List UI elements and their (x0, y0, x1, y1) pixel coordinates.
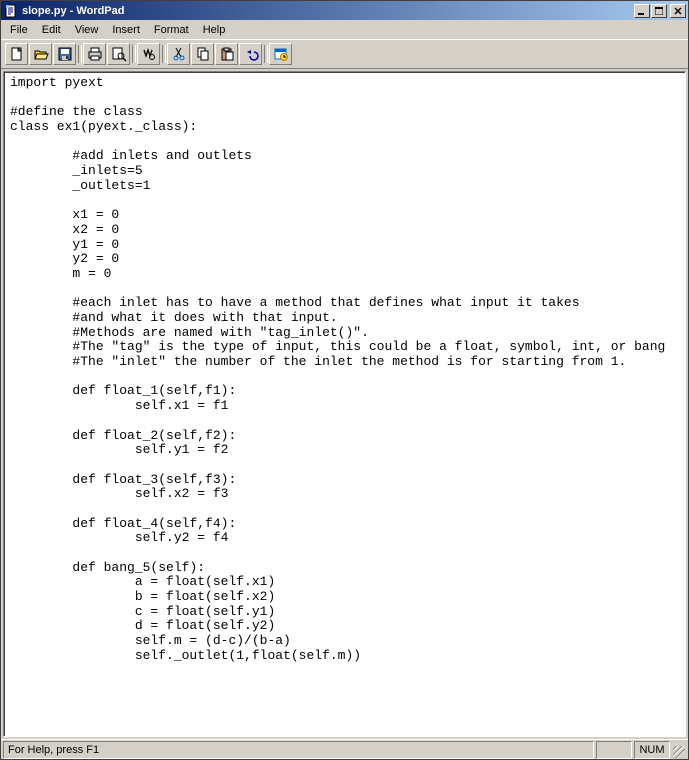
paste-button[interactable] (215, 43, 238, 65)
cut-button[interactable] (167, 43, 190, 65)
window-controls (634, 4, 686, 18)
status-pane-num: NUM (634, 741, 670, 759)
maximize-button[interactable] (651, 4, 667, 18)
open-button[interactable] (29, 43, 52, 65)
undo-button[interactable] (239, 43, 262, 65)
toolbar (1, 39, 688, 69)
menu-insert[interactable]: Insert (105, 22, 147, 38)
close-button[interactable] (670, 4, 686, 18)
minimize-button[interactable] (634, 4, 650, 18)
copy-button[interactable] (191, 43, 214, 65)
find-button[interactable] (137, 43, 160, 65)
resize-grip[interactable] (670, 741, 686, 759)
app-icon (3, 3, 19, 19)
menu-view[interactable]: View (68, 22, 106, 38)
datetime-button[interactable] (269, 43, 292, 65)
content-area: import pyext #define the class class ex1… (1, 69, 688, 739)
save-button[interactable] (53, 43, 76, 65)
new-button[interactable] (5, 43, 28, 65)
wordpad-window: slope.py - WordPad File Edit View Insert… (0, 0, 689, 760)
menu-help[interactable]: Help (196, 22, 233, 38)
print-button[interactable] (83, 43, 106, 65)
status-pane-blank (596, 741, 632, 759)
status-help-text: For Help, press F1 (3, 741, 594, 759)
print-preview-button[interactable] (107, 43, 130, 65)
document-viewport[interactable]: import pyext #define the class class ex1… (3, 71, 686, 737)
menubar: File Edit View Insert Format Help (1, 20, 688, 39)
menu-file[interactable]: File (3, 22, 35, 38)
document-text[interactable]: import pyext #define the class class ex1… (4, 72, 685, 668)
titlebar: slope.py - WordPad (1, 1, 688, 20)
menu-format[interactable]: Format (147, 22, 196, 38)
menu-edit[interactable]: Edit (35, 22, 68, 38)
window-title: slope.py - WordPad (22, 5, 634, 17)
statusbar: For Help, press F1 NUM (1, 739, 688, 759)
